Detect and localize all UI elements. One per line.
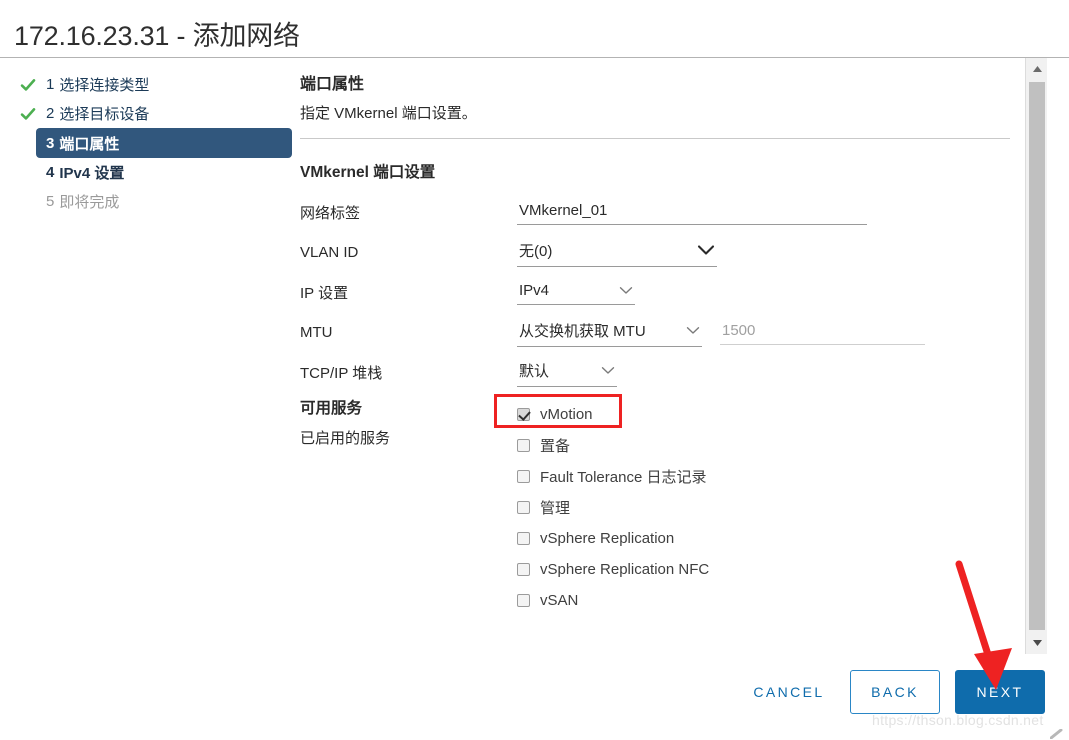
service-checkbox-vsphere-replication[interactable]: vSphere Replication	[517, 523, 709, 554]
network-label-value	[517, 199, 867, 225]
network-label-label: 网络标签	[300, 204, 361, 222]
panel-description: 指定 VMkernel 端口设置。	[300, 105, 477, 122]
network-label-input[interactable]	[517, 199, 867, 225]
header-divider	[0, 57, 1069, 58]
ip-settings-selected-value: IPv4	[519, 281, 550, 299]
ip-settings-value: IPv4	[517, 280, 635, 305]
mtu-label: MTU	[300, 323, 333, 341]
mtu-mode-selected-value: 从交换机获取 MTU	[519, 322, 646, 340]
cancel-button[interactable]: CANCEL	[742, 670, 836, 714]
service-label: vMotion	[540, 406, 593, 423]
step-label: 即将完成	[59, 194, 120, 211]
service-checkbox-provisioning[interactable]: 置备	[517, 430, 709, 461]
scroll-up-arrow-icon[interactable]	[1026, 58, 1048, 80]
scroll-down-arrow-icon[interactable]	[1026, 632, 1048, 654]
check-icon	[20, 77, 36, 93]
tcpip-stack-value: 默认	[517, 358, 617, 387]
sidebar-item-step-2[interactable]: 2 选择目标设备	[12, 99, 292, 128]
service-checkbox-vsan[interactable]: vSAN	[517, 585, 709, 616]
tcpip-stack-label: TCP/IP 堆栈	[300, 364, 383, 382]
sidebar-item-step-4[interactable]: 4 IPv4 设置	[12, 158, 292, 187]
section-title-vmkernel: VMkernel 端口设置	[300, 164, 436, 181]
panel-divider	[300, 138, 1010, 139]
wizard-footer: CANCEL BACK NEXT	[0, 660, 1045, 726]
step-number: 4	[46, 164, 55, 181]
form-row-mtu: MTU 从交换机获取 MTU	[300, 312, 1012, 352]
chevron-down-icon	[686, 326, 700, 335]
tcpip-stack-selected-value: 默认	[519, 362, 550, 380]
vlan-id-value: 无(0)	[517, 238, 717, 267]
form-row-network-label: 网络标签	[300, 192, 1012, 232]
service-checkbox-vmotion[interactable]: vMotion	[517, 399, 709, 430]
scrollbar-thumb[interactable]	[1029, 82, 1045, 630]
checkbox-icon[interactable]	[517, 563, 530, 576]
mtu-mode-select[interactable]: 从交换机获取 MTU	[517, 318, 702, 347]
step-number: 2	[46, 105, 55, 122]
form-row-vlan-id: VLAN ID 无(0)	[300, 232, 1012, 272]
next-button[interactable]: NEXT	[955, 670, 1045, 714]
ip-settings-label: IP 设置	[300, 284, 349, 302]
wizard-step-list: 1 选择连接类型 2 选择目标设备 3 端口属性 4 IPv4 设置 5 即将完…	[12, 70, 292, 216]
back-button[interactable]: BACK	[850, 670, 940, 714]
mtu-value-input[interactable]	[720, 319, 925, 345]
panel-title: 端口属性	[300, 76, 365, 93]
step-number: 1	[46, 76, 55, 93]
available-services-labels: 可用服务 已启用的服务	[300, 396, 517, 448]
corner-mark-icon	[1049, 726, 1063, 740]
checkbox-icon[interactable]	[517, 408, 530, 421]
checkbox-icon[interactable]	[517, 470, 530, 483]
available-services-title: 可用服务	[300, 400, 363, 417]
step-label: IPv4 设置	[59, 165, 125, 182]
service-label: Fault Tolerance 日志记录	[540, 469, 707, 486]
sidebar-item-step-1[interactable]: 1 选择连接类型	[12, 70, 292, 99]
sidebar-item-step-5: 5 即将完成	[12, 187, 292, 216]
service-label: vSphere Replication NFC	[540, 561, 710, 578]
step-label: 选择连接类型	[59, 77, 150, 94]
page-title: 172.16.23.31 - 添加网络	[14, 21, 300, 51]
ip-settings-select[interactable]: IPv4	[517, 280, 635, 305]
step-number: 5	[46, 193, 55, 210]
chevron-down-icon	[601, 366, 615, 375]
checkbox-icon[interactable]	[517, 439, 530, 452]
sidebar-item-step-3[interactable]: 3 端口属性	[36, 128, 292, 158]
service-label: 置备	[540, 438, 571, 455]
checkbox-icon[interactable]	[517, 501, 530, 514]
available-services-section: 可用服务 已启用的服务 vMotion 置备 Fault Tolerance 日…	[300, 394, 1012, 616]
vlan-id-select[interactable]: 无(0)	[517, 238, 717, 267]
vlan-id-label: VLAN ID	[300, 243, 359, 261]
step-label: 选择目标设备	[59, 106, 150, 123]
mtu-value: 从交换机获取 MTU	[517, 318, 925, 347]
watermark-text: https://thson.blog.csdn.net	[872, 712, 1044, 728]
vlan-id-selected-value: 无(0)	[519, 242, 553, 260]
chevron-down-icon	[697, 244, 715, 256]
service-checkbox-vsphere-replication-nfc[interactable]: vSphere Replication NFC	[517, 554, 709, 585]
services-checkbox-list: vMotion 置备 Fault Tolerance 日志记录 管理 vSphe…	[494, 394, 709, 616]
service-label: vSAN	[540, 592, 579, 609]
check-icon	[20, 106, 36, 122]
port-properties-panel: 端口属性 指定 VMkernel 端口设置。 VMkernel 端口设置 网络标…	[300, 70, 1012, 616]
step-label: 端口属性	[59, 135, 120, 153]
service-checkbox-ft-logging[interactable]: Fault Tolerance 日志记录	[517, 461, 709, 492]
form-row-tcpip-stack: TCP/IP 堆栈 默认	[300, 352, 1012, 392]
add-networking-wizard: 172.16.23.31 - 添加网络 1 选择连接类型 2 选择目标设备 3 …	[0, 0, 1069, 740]
form-row-ip-settings: IP 设置 IPv4	[300, 272, 1012, 312]
vertical-scrollbar[interactable]	[1025, 58, 1047, 654]
service-label: 管理	[540, 500, 571, 517]
service-label: vSphere Replication	[540, 530, 675, 547]
service-checkbox-management[interactable]: 管理	[517, 492, 709, 523]
tcpip-stack-select[interactable]: 默认	[517, 358, 617, 387]
chevron-down-icon	[619, 286, 633, 295]
checkbox-icon[interactable]	[517, 594, 530, 607]
step-number: 3	[46, 134, 55, 152]
enabled-services-label: 已启用的服务	[300, 430, 391, 447]
checkbox-icon[interactable]	[517, 532, 530, 545]
